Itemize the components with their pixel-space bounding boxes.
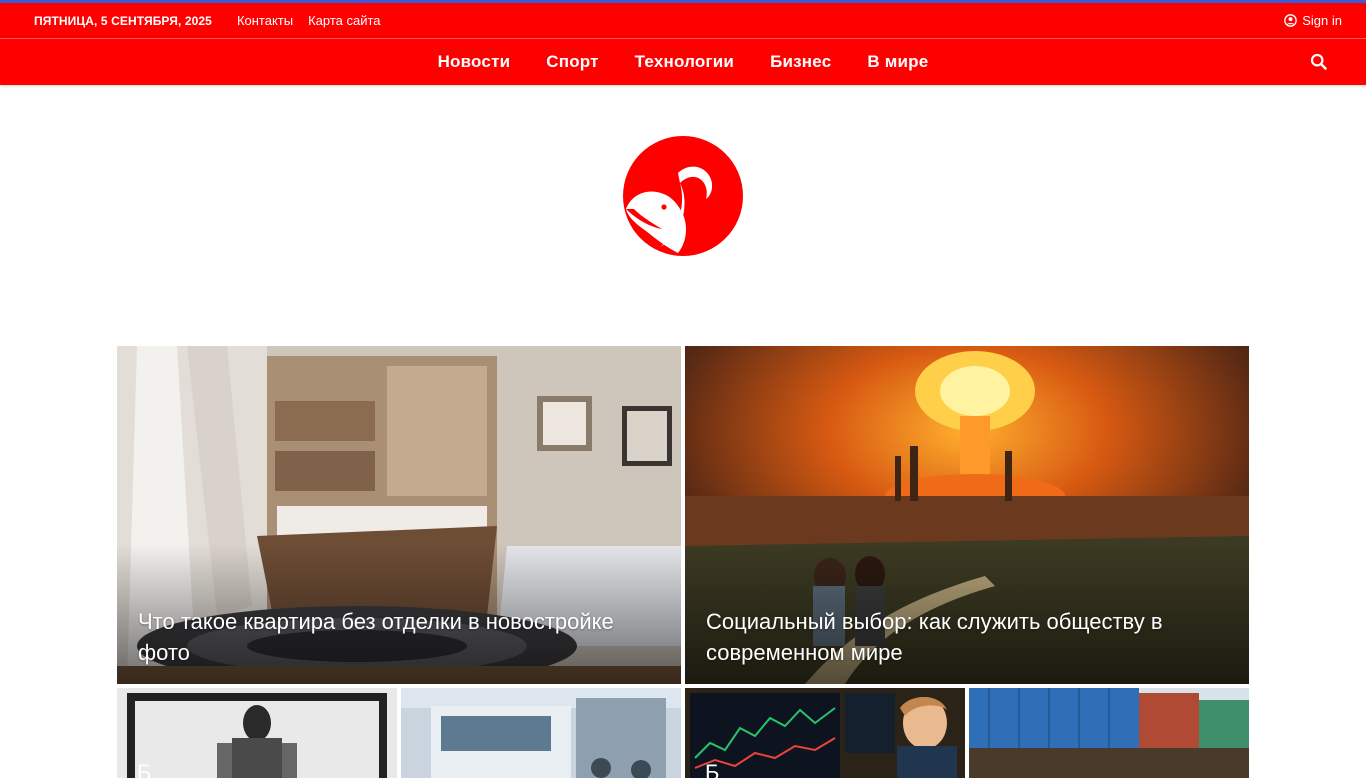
nav-item-business[interactable]: Бизнес [770,52,831,72]
featured-title[interactable]: Социальный выбор: как служить обществу в… [706,606,1219,668]
current-date: ПЯТНИЦА, 5 СЕНТЯБРЯ, 2025 [34,13,212,28]
small-card[interactable] [401,688,681,778]
nav-item-news[interactable]: Новости [438,52,511,72]
nav-item-world[interactable]: В мире [867,52,928,72]
small-card[interactable] [969,688,1249,778]
featured-title[interactable]: Что такое квартира без отделки в новостр… [138,606,651,668]
sign-in-label: Sign in [1302,13,1342,28]
nav-item-tech[interactable]: Технологии [635,52,734,72]
site-logo[interactable] [622,135,744,257]
small-card-title[interactable]: Б [705,758,719,778]
contacts-link[interactable]: Контакты [237,13,293,28]
small-card-title[interactable]: Б [137,758,151,778]
main-nav: Новости Спорт Технологии Бизнес В мире [0,38,1366,85]
top-bar: ПЯТНИЦА, 5 СЕНТЯБРЯ, 2025 Контакты Карта… [0,3,1366,38]
small-card[interactable]: Б [685,688,965,778]
trading-screens-image [685,688,965,778]
search-icon[interactable] [1310,53,1328,71]
featured-card[interactable]: Что такое квартира без отделки в новостр… [117,346,681,684]
containers-image [969,688,1249,778]
sitemap-link[interactable]: Карта сайта [308,13,380,28]
featured-card[interactable]: Социальный выбор: как служить обществу в… [685,346,1249,684]
nav-item-sport[interactable]: Спорт [546,52,598,72]
user-icon [1284,14,1298,27]
small-card[interactable]: Б [117,688,397,778]
truck-image [401,688,681,778]
elephant-logo-icon [623,136,743,256]
sign-in-link[interactable]: Sign in [1284,3,1342,38]
robot-image [117,688,397,778]
